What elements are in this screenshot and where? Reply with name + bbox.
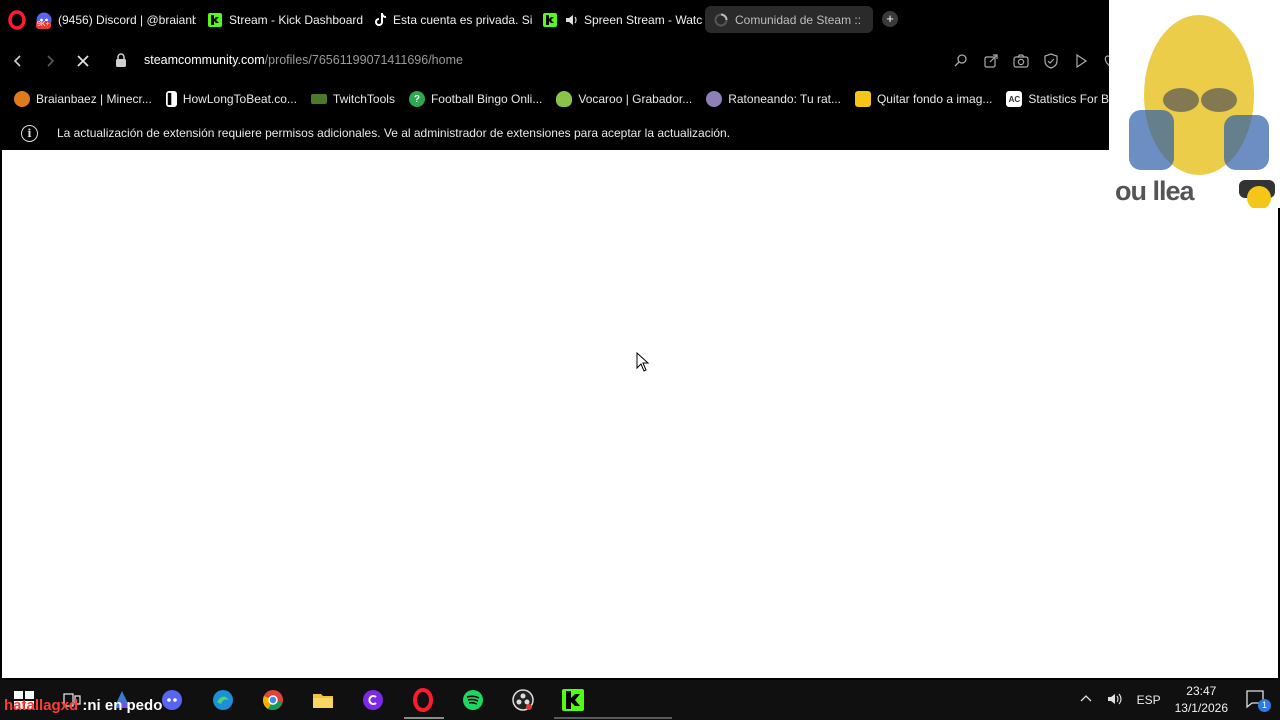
tab-title: Spreen Stream - Watc	[584, 12, 702, 27]
tab-spreen-stream[interactable]: Spreen Stream - Watc	[542, 6, 702, 33]
discord-icon[interactable]	[160, 688, 184, 712]
obs-icon[interactable]	[511, 688, 535, 712]
unread-badge: 9K+	[36, 20, 51, 29]
tab-discord[interactable]: 9K+ (9456) Discord | @braianb	[36, 6, 196, 33]
tab-title: Stream - Kick Dashboard	[229, 12, 364, 27]
running-indicator	[404, 717, 444, 719]
page-content[interactable]	[2, 150, 1278, 678]
ratoneando-icon	[706, 91, 723, 107]
chat-username: hatallagxd	[4, 697, 79, 714]
bookmark-label: Braianbaez | Minecr...	[36, 92, 152, 106]
tab-strip: 9K+ (9456) Discord | @braianb Stream - K…	[0, 0, 1280, 40]
stream-overlay-image: ou llea	[1109, 0, 1280, 208]
hltb-icon: ▌	[165, 91, 177, 107]
search-in-page-icon[interactable]	[952, 52, 970, 70]
camera-icon[interactable]	[1012, 52, 1030, 70]
football-bingo-icon: ?	[408, 91, 425, 107]
bookmark-braianbaez[interactable]: Braianbaez | Minecr...	[14, 91, 152, 107]
mouse-cursor-icon	[636, 352, 650, 372]
lock-icon[interactable]	[115, 53, 127, 68]
notification-count: 1	[1258, 699, 1271, 712]
chevron-up-icon[interactable]	[1079, 692, 1093, 709]
running-indicator	[554, 717, 672, 719]
notification-center-icon[interactable]: 1	[1244, 688, 1271, 712]
opera-icon[interactable]	[8, 10, 26, 30]
tab-title: Esta cuenta es privada. Sig	[393, 12, 532, 27]
clock-time: 23:47	[1186, 684, 1217, 698]
url-host: steamcommunity.com	[144, 53, 265, 67]
edge-icon[interactable]	[211, 688, 235, 712]
bookmark-label: Quitar fondo a imag...	[876, 92, 993, 106]
statistics-icon: AC	[1006, 91, 1023, 107]
address-input[interactable]: steamcommunity.com/profiles/765611990714…	[144, 53, 463, 67]
info-icon: i	[21, 124, 38, 142]
ad-blocker-icon[interactable]	[1042, 52, 1060, 70]
tab-tiktok[interactable]: Esta cuenta es privada. Sig	[374, 6, 532, 33]
loading-spinner-icon	[713, 12, 729, 28]
address-toolbar: steamcommunity.com/profiles/765611990714…	[0, 40, 1110, 82]
share-icon[interactable]	[982, 52, 1000, 70]
forward-icon[interactable]	[41, 52, 59, 70]
bookmark-vocaroo[interactable]: Vocaroo | Grabador...	[556, 91, 692, 107]
vocaroo-icon	[556, 91, 573, 107]
tab-steam-community[interactable]: Comunidad de Steam :: Br	[705, 6, 873, 33]
tiktok-icon	[374, 12, 386, 28]
bookmark-howlongtobeat[interactable]: ▌ HowLongToBeat.co...	[165, 91, 297, 107]
tab-title: Comunidad de Steam :: Br	[735, 12, 865, 27]
clock[interactable]: 23:47 13/1/2026	[1175, 683, 1228, 717]
speaker-icon[interactable]	[564, 12, 580, 28]
kick-icon[interactable]	[561, 688, 585, 712]
bookmarks-bar: Braianbaez | Minecr... ▌ HowLongToBeat.c…	[0, 82, 1110, 116]
bookmark-ratoneando[interactable]: Ratoneando: Tu rat...	[706, 91, 841, 107]
system-tray: ESP 23:47 13/1/2026 1	[1079, 680, 1280, 720]
url-path: /profiles/76561199071411696/home	[264, 53, 463, 67]
language-indicator[interactable]: ESP	[1137, 693, 1161, 707]
chrome-icon[interactable]	[261, 688, 285, 712]
file-explorer-icon[interactable]	[311, 688, 335, 712]
infobar-message: La actualización de extensión requiere p…	[57, 126, 731, 140]
overlay-caption: ou llea	[1115, 176, 1195, 206]
bookmark-label: Vocaroo | Grabador...	[578, 92, 693, 106]
bookmark-label: Football Bingo Onli...	[430, 92, 543, 106]
bookmark-label: Ratoneando: Tu rat...	[728, 92, 841, 106]
kick-icon	[207, 12, 223, 28]
new-tab-button[interactable]: +	[882, 11, 898, 27]
discord-icon: 9K+	[36, 12, 52, 29]
back-icon[interactable]	[9, 52, 27, 70]
bookmark-quitar-fondo[interactable]: Quitar fondo a imag...	[854, 91, 993, 107]
toolbar-actions	[952, 52, 1110, 70]
bookmark-label: TwitchTools	[332, 92, 395, 106]
opera-icon[interactable]	[411, 688, 435, 712]
remove-bg-icon	[854, 91, 871, 107]
twitchtools-icon	[310, 94, 327, 104]
pumpkin-icon	[14, 91, 30, 107]
kick-icon	[542, 12, 558, 28]
bookmark-label: HowLongToBeat.co...	[182, 92, 297, 106]
bookmark-football-bingo[interactable]: ? Football Bingo Onli...	[408, 91, 543, 107]
bookmark-statistics[interactable]: AC Statistics For Be	[1006, 91, 1110, 107]
tab-kick-dashboard[interactable]: Stream - Kick Dashboard	[207, 6, 367, 33]
clock-date: 13/1/2026	[1174, 701, 1228, 715]
bookmark-label: Statistics For Be	[1028, 92, 1110, 106]
extension-update-infobar: i La actualización de extensión requiere…	[0, 116, 1110, 150]
stream-chat-overlay: hatallagxd :ni en pedo	[4, 697, 162, 714]
canva-icon[interactable]	[361, 688, 385, 712]
chat-message: :ni en pedo	[82, 697, 163, 714]
player-icon[interactable]	[1072, 52, 1090, 70]
volume-icon[interactable]	[1107, 692, 1123, 709]
stop-loading-icon[interactable]	[74, 52, 92, 70]
spotify-icon[interactable]	[461, 688, 485, 712]
tab-title: (9456) Discord | @braianb	[58, 12, 196, 27]
bookmark-twitchtools[interactable]: TwitchTools	[310, 92, 395, 106]
